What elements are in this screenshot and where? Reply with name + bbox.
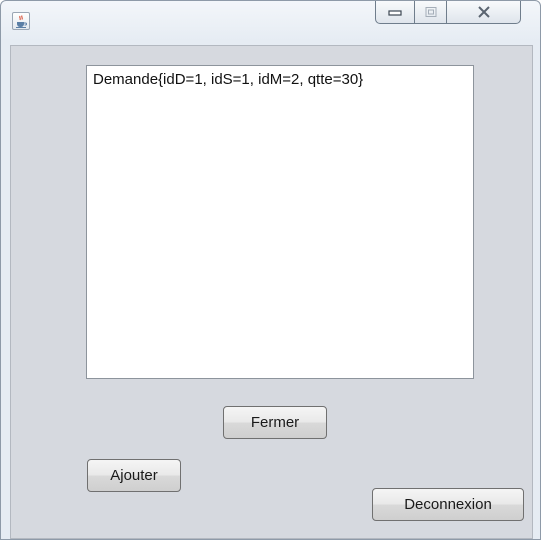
deconnexion-button[interactable]: Deconnexion xyxy=(372,488,524,521)
window-controls xyxy=(375,1,531,25)
maximize-icon xyxy=(425,7,436,17)
fermer-button[interactable]: Fermer xyxy=(223,406,327,439)
title-bar[interactable] xyxy=(1,1,540,45)
app-window: Demande{idD=1, idS=1, idM=2, qtte=30} Fe… xyxy=(0,0,541,540)
minimize-icon xyxy=(388,10,402,16)
java-cup-icon[interactable] xyxy=(12,12,30,30)
list-item[interactable]: Demande{idD=1, idS=1, idM=2, qtte=30} xyxy=(93,71,363,88)
maximize-button[interactable] xyxy=(415,1,447,24)
demandes-list[interactable]: Demande{idD=1, idS=1, idM=2, qtte=30} xyxy=(86,65,474,379)
ajouter-button[interactable]: Ajouter xyxy=(87,459,181,492)
content-panel: Demande{idD=1, idS=1, idM=2, qtte=30} Fe… xyxy=(10,45,533,539)
close-icon xyxy=(477,6,490,18)
minimize-button[interactable] xyxy=(375,1,415,24)
close-button[interactable] xyxy=(447,1,521,24)
